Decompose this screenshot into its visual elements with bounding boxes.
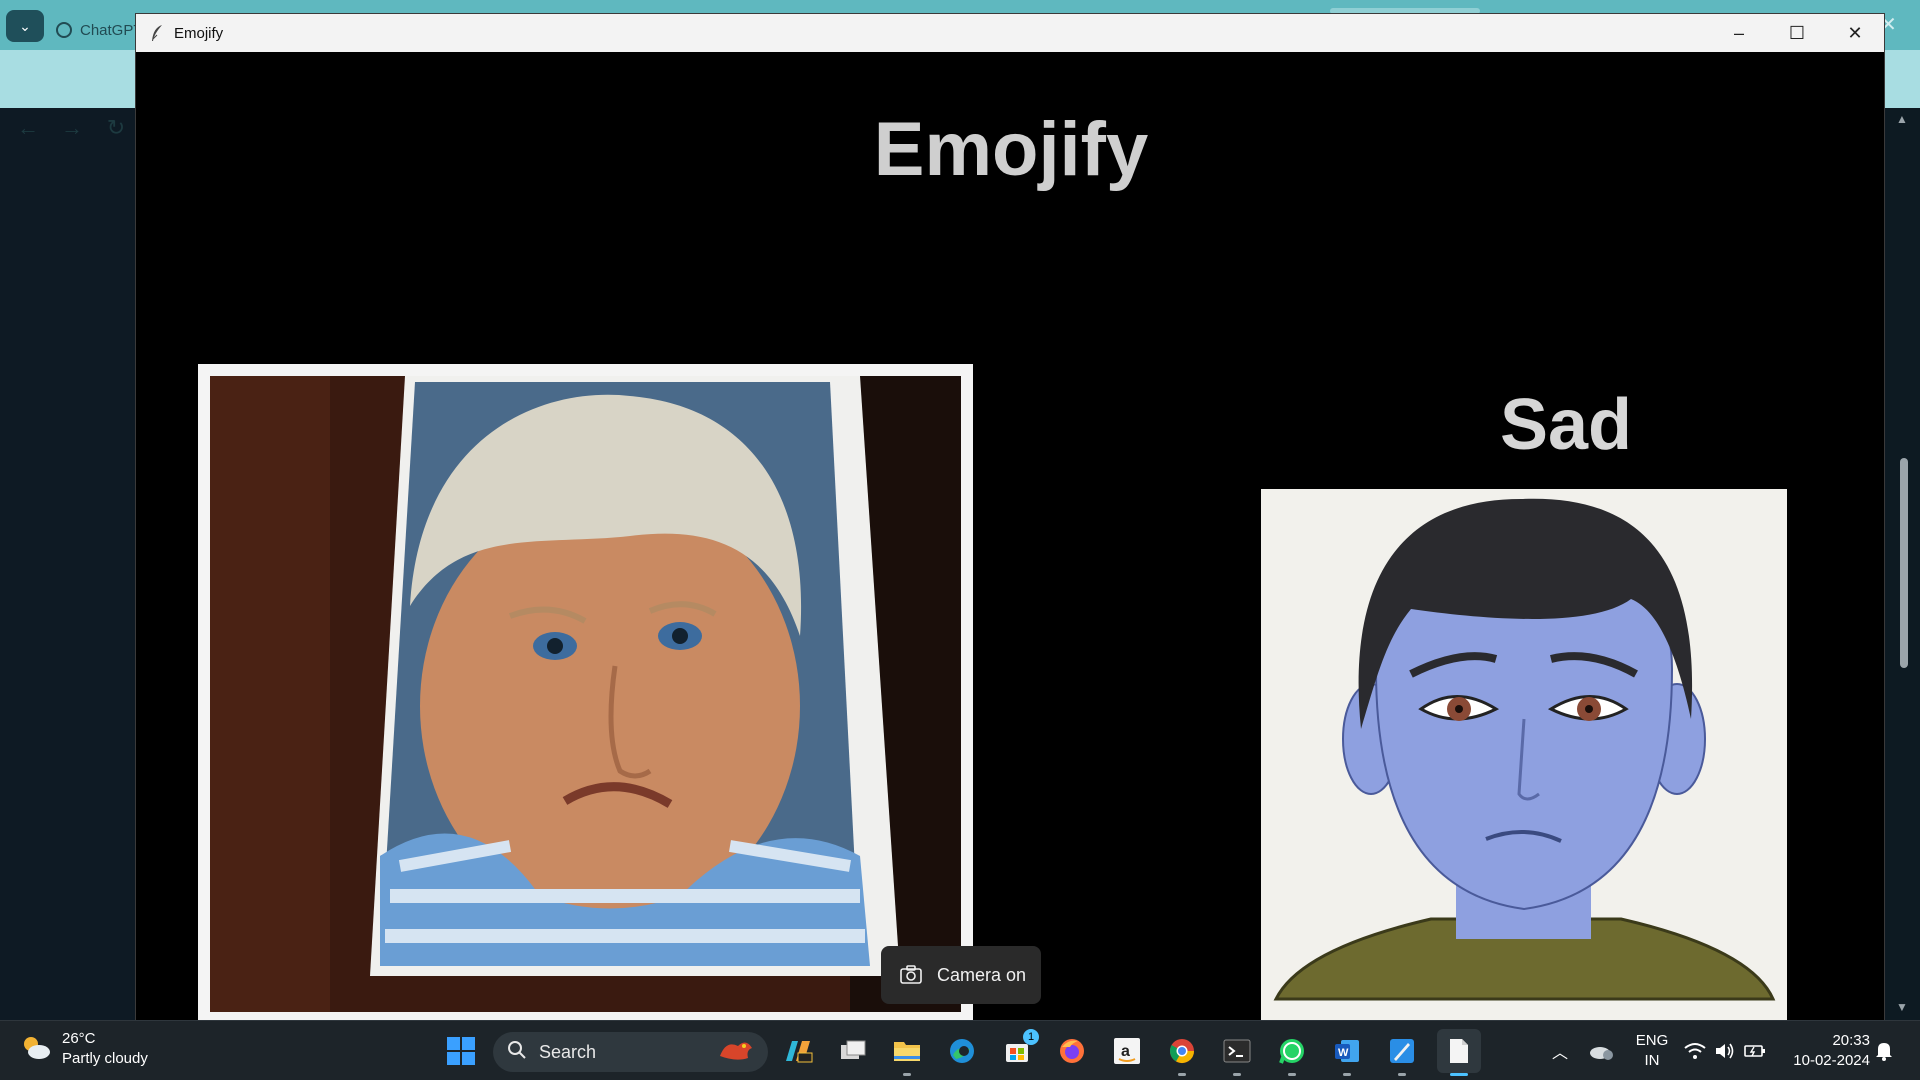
weather-temperature: 26°C bbox=[62, 1030, 96, 1047]
emoji-avatar-panel bbox=[1261, 489, 1787, 1022]
taskbar-search-box[interactable]: Search bbox=[493, 1032, 768, 1072]
chrome-running-indicator bbox=[1178, 1073, 1186, 1076]
close-button[interactable]: ✕ bbox=[1826, 14, 1884, 52]
chevron-up-icon: ︿ bbox=[1552, 1045, 1569, 1062]
store-notification-badge: 1 bbox=[1023, 1029, 1039, 1045]
feather-icon bbox=[148, 24, 166, 42]
camera-feed-frame bbox=[198, 364, 973, 1022]
start-button[interactable] bbox=[441, 1031, 481, 1071]
search-icon bbox=[507, 1040, 527, 1065]
forward-arrow-icon[interactable]: → bbox=[56, 112, 88, 144]
windows-logo-icon bbox=[447, 1037, 475, 1065]
clock-time: 20:33 bbox=[1832, 1032, 1870, 1049]
notification-bell-icon[interactable] bbox=[1875, 1021, 1893, 1080]
maximize-button[interactable]: ☐ bbox=[1768, 14, 1826, 52]
language-indicator[interactable]: ENG IN bbox=[1632, 1031, 1672, 1071]
edge-browser-icon[interactable] bbox=[942, 1031, 982, 1071]
language-region: IN bbox=[1644, 1052, 1660, 1069]
svg-text:a: a bbox=[1121, 1043, 1130, 1060]
task-view-icon[interactable] bbox=[833, 1031, 873, 1071]
show-hidden-icons-button[interactable]: ︿ bbox=[1552, 1021, 1568, 1080]
scroll-down-arrow-icon[interactable]: ▼ bbox=[1896, 1000, 1908, 1014]
search-highlight-dragon-icon bbox=[716, 1036, 756, 1069]
weather-condition: Partly cloudy bbox=[62, 1050, 148, 1067]
camera-on-label: Camera on bbox=[937, 964, 1027, 985]
sad-emoji-avatar bbox=[1273, 498, 1776, 1001]
camera-feed-image bbox=[210, 376, 961, 1012]
chrome-icon[interactable] bbox=[1162, 1031, 1202, 1071]
onedrive-sync-icon[interactable] bbox=[1588, 1021, 1614, 1080]
volume-icon[interactable] bbox=[1714, 1021, 1736, 1080]
clock-date: 10-02-2024 bbox=[1793, 1052, 1870, 1069]
word-running-indicator bbox=[1343, 1073, 1351, 1076]
paint-running-indicator bbox=[1398, 1073, 1406, 1076]
emojify-window: Emojify – ☐ ✕ Emojify Sad Camera on bbox=[135, 13, 1885, 1023]
tab-search-dropdown-button[interactable]: ⌄ bbox=[6, 10, 44, 42]
svg-text:W: W bbox=[1338, 1047, 1349, 1059]
reload-icon[interactable]: ↻ bbox=[100, 112, 132, 144]
emotion-label: Sad bbox=[1499, 385, 1633, 465]
minimize-button[interactable]: – bbox=[1710, 14, 1768, 52]
system-clock[interactable]: 20:33 10-02-2024 bbox=[1780, 1031, 1870, 1071]
app-heading: Emojify bbox=[873, 107, 1149, 192]
file-explorer-icon[interactable] bbox=[887, 1031, 927, 1071]
emojify-active-indicator bbox=[1450, 1073, 1468, 1076]
weather-widget[interactable]: 26°C Partly cloudy bbox=[20, 1029, 148, 1069]
window-titlebar[interactable]: Emojify – ☐ ✕ bbox=[136, 14, 1884, 52]
openai-icon bbox=[56, 22, 72, 38]
word-icon[interactable]: W bbox=[1327, 1031, 1367, 1071]
back-arrow-icon[interactable]: ← bbox=[12, 112, 44, 144]
window-title: Emojify bbox=[174, 24, 224, 42]
explorer-running-indicator bbox=[903, 1073, 911, 1076]
scroll-up-arrow-icon[interactable]: ▲ bbox=[1896, 112, 1908, 126]
battery-charging-icon[interactable] bbox=[1744, 1021, 1766, 1080]
terminal-running-indicator bbox=[1233, 1073, 1241, 1076]
terminal-icon[interactable] bbox=[1217, 1031, 1257, 1071]
document-icon bbox=[1450, 1039, 1468, 1063]
amazon-icon[interactable]: a bbox=[1107, 1031, 1147, 1071]
search-placeholder: Search bbox=[539, 1041, 597, 1062]
whatsapp-running-indicator bbox=[1288, 1073, 1296, 1076]
whatsapp-icon[interactable] bbox=[1272, 1031, 1312, 1071]
camera-icon bbox=[899, 963, 923, 987]
paint-app-icon[interactable] bbox=[1382, 1031, 1422, 1071]
emojify-taskbar-button[interactable] bbox=[1437, 1029, 1481, 1073]
browser-scrollbar[interactable]: ▲ ▼ bbox=[1886, 108, 1920, 1020]
scrollbar-thumb[interactable] bbox=[1900, 458, 1908, 668]
wifi-icon[interactable] bbox=[1684, 1021, 1706, 1080]
browser-tab-chatgpt[interactable]: ChatGPT bbox=[56, 10, 146, 50]
camera-on-notification: Camera on bbox=[881, 946, 1041, 1004]
firefox-icon[interactable] bbox=[1052, 1031, 1092, 1071]
language-code: ENG bbox=[1635, 1032, 1669, 1049]
copilot-pre-icon[interactable] bbox=[778, 1031, 818, 1071]
taskbar: 26°C Partly cloudy Search 1 a W ︿ ENG IN… bbox=[0, 1020, 1920, 1080]
browser-tab-label: ChatGPT bbox=[80, 21, 143, 39]
partly-cloudy-icon bbox=[20, 1033, 52, 1066]
